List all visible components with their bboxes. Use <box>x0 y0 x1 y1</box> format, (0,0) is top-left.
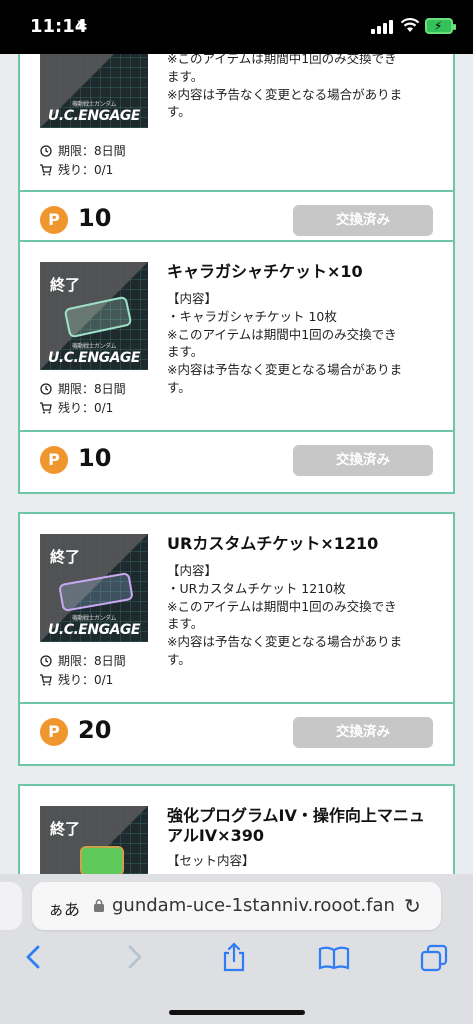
cart-icon <box>40 673 52 685</box>
back-icon[interactable] <box>24 944 42 970</box>
desc-line: ます。 <box>167 68 204 84</box>
item-description: 【内容】 ・URカスタムチケット 1210枚 ※このアイテムは期間中1回のみ交換… <box>167 562 439 669</box>
remaining-info: 残り：0/1 <box>40 161 113 178</box>
points-icon: P <box>40 446 68 474</box>
exchange-card-3: 終了 機動戦士ガンダム U.C.ENGAGE URカスタムチケット×1210 【内… <box>18 512 455 766</box>
desc-line: す。 <box>167 651 191 667</box>
item-title: URカスタムチケット×1210 <box>167 534 379 553</box>
period-info: 期限：8日間 <box>40 380 126 397</box>
period-text: 期限：8日間 <box>58 654 126 668</box>
item-title: キャラガシャチケット×10 <box>167 262 363 281</box>
bookmarks-icon[interactable] <box>318 946 350 970</box>
thumb-logo-small: 機動戦士ガンダム <box>71 101 117 108</box>
clock-icon <box>40 144 52 157</box>
desc-line: 【セット内容】 <box>167 853 255 868</box>
period-info: 期限：8日間 <box>40 142 126 159</box>
url-text[interactable]: gundam-uce-1stanniv.rooot.fan <box>112 895 395 916</box>
clock-icon <box>40 654 52 667</box>
points-value: 10 <box>78 444 112 472</box>
item-thumbnail: 終了 機動戦士ガンダム U.C.ENGAGE <box>40 534 148 642</box>
desc-line: ※このアイテムは期間中1回のみ交換でき <box>167 54 397 66</box>
ended-label: 終了 <box>50 548 81 566</box>
program-item-icon <box>80 846 124 874</box>
remaining-info: 残り：0/1 <box>40 399 113 416</box>
desc-line: 【内容】 <box>167 563 218 578</box>
reload-icon[interactable]: ↻ <box>404 894 421 918</box>
clock-icon <box>40 382 52 395</box>
item-thumbnail: 終了 <box>40 806 148 874</box>
thumb-logo: U.C.ENGAGE <box>48 108 140 124</box>
desc-line: ※内容は予告なく変更となる場合がありま <box>167 634 403 649</box>
period-info: 期限：8日間 <box>40 652 126 669</box>
item-description: 【セット内容】 <box>167 852 439 870</box>
item-description: ※このアイテムは期間中1回のみ交換でき ます。 ※内容は予告なく変更となる場合が… <box>167 54 439 121</box>
thumb-logo-small: 機動戦士ガンダム <box>71 615 117 622</box>
cart-icon <box>40 401 52 413</box>
remaining-text: 残り：0/1 <box>58 401 114 415</box>
location-arrow-icon: ➤ <box>76 17 88 33</box>
desc-line: す。 <box>167 379 191 395</box>
exchange-card-1: 機動戦士ガンダム U.C.ENGAGE ※このアイテムは期間中1回のみ交換でき ま… <box>18 54 455 254</box>
desc-line: ます。 <box>167 616 204 632</box>
share-icon[interactable] <box>221 942 247 972</box>
item-title: 強化プログラムIV・操作向上マニュ アルIV×390 <box>167 806 437 846</box>
desc-line: ・URカスタムチケット 1210枚 <box>167 580 346 596</box>
desc-line: ※このアイテムは期間中1回のみ交換でき <box>167 598 397 614</box>
points-value: 20 <box>78 716 112 744</box>
desc-line: ・キャラガシャチケット 10枚 <box>167 308 337 324</box>
thumb-logo: U.C.ENGAGE <box>48 350 140 366</box>
period-text: 期限：8日間 <box>58 144 126 158</box>
forward-icon[interactable] <box>126 944 144 970</box>
desc-line: ※このアイテムは期間中1回のみ交換でき <box>167 326 397 342</box>
desc-line: 【内容】 <box>167 291 218 306</box>
cellular-signal-icon <box>371 20 395 34</box>
exchanged-button[interactable]: 交換済み <box>293 205 433 236</box>
ended-label: 終了 <box>50 820 81 838</box>
wifi-icon <box>400 18 420 32</box>
desc-line: す。 <box>167 104 191 120</box>
item-thumbnail: 終了 機動戦士ガンダム U.C.ENGAGE <box>40 262 148 370</box>
nav-toolbar <box>0 942 473 982</box>
remaining-text: 残り：0/1 <box>58 163 114 177</box>
cart-icon <box>40 163 52 175</box>
ended-label: 終了 <box>50 276 81 294</box>
points-value: 10 <box>78 204 112 232</box>
desc-line: ます。 <box>167 344 204 360</box>
exchange-list: 機動戦士ガンダム U.C.ENGAGE ※このアイテムは期間中1回のみ交換でき ま… <box>0 54 473 874</box>
period-text: 期限：8日間 <box>58 382 126 396</box>
address-bar[interactable]: ぁあ gundam-uce-1stanniv.rooot.fan ↻ <box>32 882 441 930</box>
points-icon: P <box>40 718 68 746</box>
thumb-logo: U.C.ENGAGE <box>48 622 140 638</box>
status-bar: 11:14 ➤ ⚡ <box>0 0 473 54</box>
desc-line: ※内容は予告なく変更となる場合がありま <box>167 86 403 102</box>
thumb-logo-small: 機動戦士ガンダム <box>71 343 117 350</box>
item-description: 【内容】 ・キャラガシャチケット 10枚 ※このアイテムは期間中1回のみ交換でき… <box>167 290 439 397</box>
browser-toolbar: ぁあ gundam-uce-1stanniv.rooot.fan ↻ <box>0 874 473 1024</box>
item-thumbnail: 機動戦士ガンダム U.C.ENGAGE <box>40 54 148 128</box>
exchanged-button[interactable]: 交換済み <box>293 445 433 476</box>
exchange-card-4: 終了 強化プログラムIV・操作向上マニュ アルIV×390 【セット内容】 <box>18 784 455 874</box>
reader-options-button[interactable]: ぁあ <box>48 896 80 920</box>
title-line: アルIV×390 <box>167 826 264 845</box>
lock-icon <box>94 899 104 912</box>
previous-tab-peek[interactable] <box>0 882 22 930</box>
exchange-card-2: 終了 機動戦士ガンダム U.C.ENGAGE キャラガシャチケット×10 【内容】… <box>18 240 455 494</box>
exchanged-button[interactable]: 交換済み <box>293 717 433 748</box>
remaining-info: 残り：0/1 <box>40 671 113 688</box>
remaining-text: 残り：0/1 <box>58 673 114 687</box>
battery-charging-icon: ⚡ <box>425 18 456 34</box>
title-line: 強化プログラムIV・操作向上マニュ <box>167 806 425 825</box>
points-icon: P <box>40 206 68 234</box>
tabs-icon[interactable] <box>420 944 448 972</box>
desc-line: ※内容は予告なく変更となる場合がありま <box>167 362 403 377</box>
home-indicator <box>169 1010 305 1015</box>
